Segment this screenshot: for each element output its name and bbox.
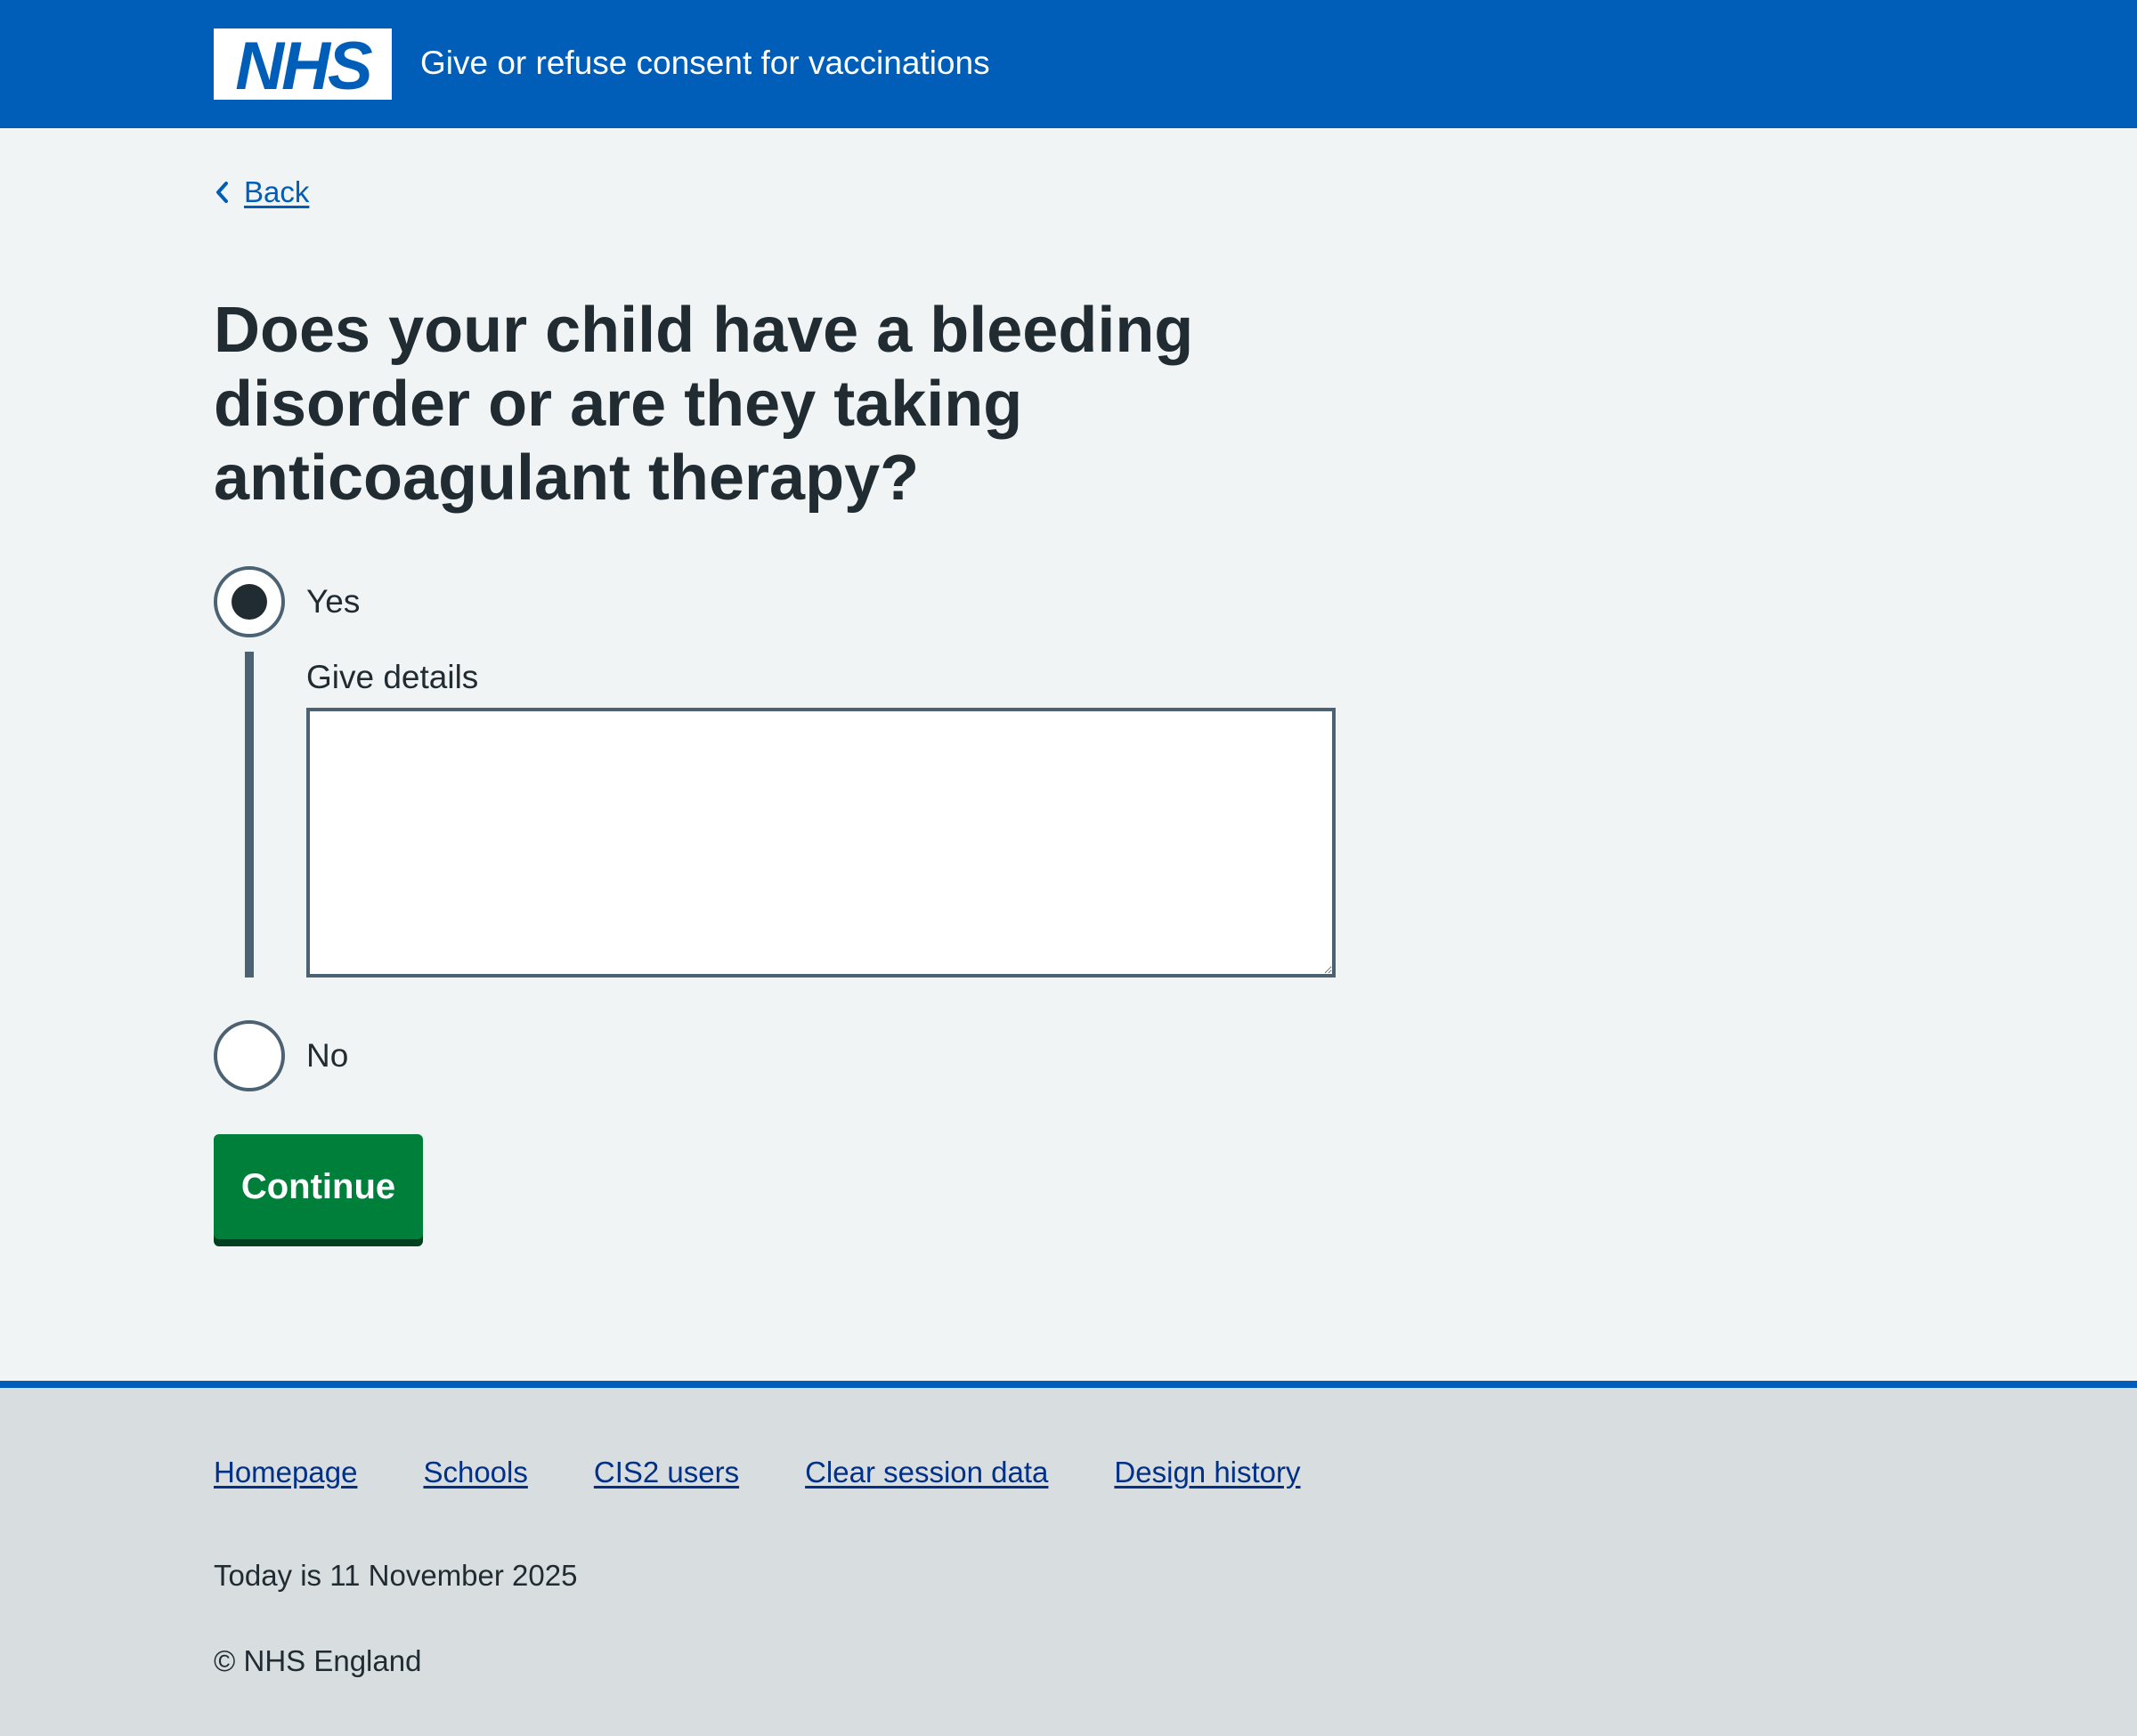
back-link-label: Back — [244, 175, 310, 208]
footer-link-schools[interactable]: Schools — [423, 1456, 527, 1489]
footer: Homepage Schools CIS2 users Clear sessio… — [0, 1381, 2137, 1736]
svg-text:NHS: NHS — [235, 28, 372, 100]
radio-option-no[interactable]: No — [214, 1020, 348, 1091]
nhs-logo[interactable]: NHS — [214, 28, 392, 100]
conditional-reveal-bar — [245, 652, 254, 978]
chevron-left-icon — [216, 182, 228, 203]
service-name[interactable]: Give or refuse consent for vaccinations — [420, 41, 990, 85]
radio-label-yes[interactable]: Yes — [306, 583, 360, 621]
radio-selected-dot — [232, 584, 267, 620]
footer-link-homepage[interactable]: Homepage — [214, 1456, 357, 1489]
radio-no[interactable] — [214, 1020, 285, 1091]
radio-yes[interactable] — [214, 566, 285, 637]
footer-date: Today is 11 November 2025 — [214, 1559, 578, 1592]
footer-link-clear-session-data[interactable]: Clear session data — [805, 1456, 1048, 1489]
details-label: Give details — [306, 659, 479, 695]
details-textarea[interactable] — [306, 708, 1336, 978]
continue-button[interactable]: Continue — [214, 1134, 423, 1239]
footer-link-design-history[interactable]: Design history — [1114, 1456, 1300, 1489]
radio-option-yes[interactable]: Yes — [214, 566, 360, 637]
footer-links: Homepage Schools CIS2 users Clear sessio… — [214, 1456, 1301, 1489]
back-link[interactable]: Back — [214, 171, 309, 214]
radio-label-no[interactable]: No — [306, 1037, 348, 1075]
page-title: Does your child have a bleeding disorder… — [214, 295, 1194, 514]
footer-link-cis2-users[interactable]: CIS2 users — [594, 1456, 739, 1489]
header: NHS Give or refuse consent for vaccinati… — [0, 0, 2137, 128]
footer-copyright: © NHS England — [214, 1644, 422, 1677]
